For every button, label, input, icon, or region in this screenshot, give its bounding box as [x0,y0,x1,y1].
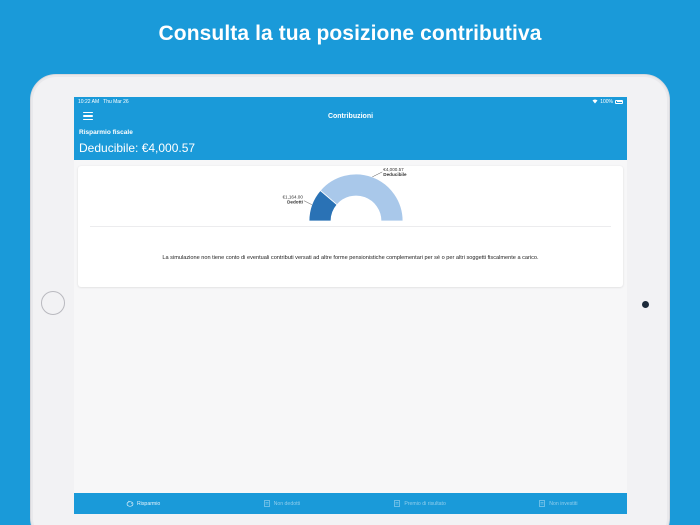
tab-label: Non investiti [549,500,578,507]
chart-name-label-dedotti: Dedotti [287,200,303,205]
summary-header: Risparmio fiscale Deducibile: €4,000.57 [74,126,627,160]
nav-title: Contribuzioni [327,112,374,120]
leader-dedotti [303,200,313,205]
document-icon [263,500,270,507]
tab-non-investiti[interactable]: Non investiti [489,493,627,514]
nav-bar: Contribuzioni [74,106,627,126]
tab-risparmio[interactable]: Risparmio [74,493,212,514]
tab-bar: Risparmio Non dedotti Premio di risultat… [74,493,627,514]
menu-icon[interactable] [83,112,93,120]
card-divider [90,226,611,227]
chart-slice-deducibile [319,173,404,222]
half-donut-chart: €4,000.57 Deducibile €1,164.00 Dedotti [282,167,407,222]
app-screen: 10:22 AM Thu Mar 26 100% Contribuzioni R… [74,97,627,514]
tab-label: Risparmio [136,500,161,507]
tab-label: Premio di risultato [404,500,446,507]
status-right: 100% [592,99,623,105]
camera-dot [642,301,649,308]
home-button[interactable] [41,291,65,315]
chart-name-label-deducibile: Deducibile [383,172,407,177]
tab-label: Non dedotti [273,500,301,507]
wifi-icon [592,99,598,104]
status-bar: 10:22 AM Thu Mar 26 100% [74,97,627,106]
deductible-amount: Deducibile: €4,000.57 [79,141,196,155]
tab-non-dedotti[interactable]: Non dedotti [212,493,350,514]
piggy-bank-icon [126,500,134,507]
battery-percentage: 100% [600,98,613,105]
summary-label: Risparmio fiscale [79,129,133,136]
document-icon [539,500,546,507]
leader-deducibile [372,171,383,178]
document-icon [394,500,401,507]
battery-icon [615,99,623,104]
simulation-note: La simulazione non tiene conto di eventu… [162,255,539,261]
status-time: 10:22 AM [78,98,100,105]
tab-premio-di-risultato[interactable]: Premio di risultato [351,493,489,514]
page-headline: Consulta la tua posizione contributiva [158,22,542,45]
status-date: Thu Mar 26 [103,98,129,105]
chart-card: €4,000.57 Deducibile €1,164.00 Dedotti L… [78,166,623,287]
